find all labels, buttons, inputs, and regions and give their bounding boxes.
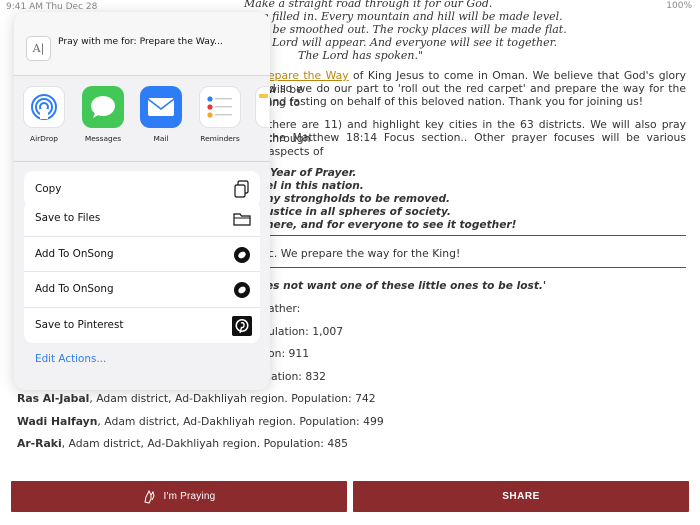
share-apps-row: AirDrop Messages Mail Reminders bbox=[14, 82, 270, 162]
im-praying-button[interactable]: I'm Praying bbox=[11, 481, 347, 512]
verse-line: The Lord has spoken." bbox=[298, 49, 424, 62]
app-label: AirDrop bbox=[30, 134, 58, 143]
app-label: Reminders bbox=[200, 134, 240, 143]
share-sheet-header: A| Pray with me for: Prepare the Way... bbox=[14, 12, 270, 76]
onsong-icon bbox=[232, 280, 252, 300]
intro-paragraph-line: and fasting on behalf of this beloved na… bbox=[266, 95, 644, 108]
messages-icon bbox=[82, 86, 124, 128]
action-group-main: Save to Files Add To OnSong Add To OnSon… bbox=[24, 201, 260, 343]
mail-icon bbox=[140, 86, 182, 128]
copy-icon bbox=[232, 179, 252, 199]
city-name: Ar-Raki bbox=[17, 437, 62, 450]
districts-paragraph-line: the Matthew 18:14 Focus section.. Other … bbox=[268, 131, 686, 158]
reminders-icon bbox=[199, 86, 241, 128]
action-add-to-onsong[interactable]: Add To OnSong bbox=[24, 272, 260, 308]
app-mail[interactable]: Mail bbox=[136, 86, 186, 143]
edit-actions-link[interactable]: Edit Actions... bbox=[35, 353, 106, 365]
city-line: Wadi Halfayn, Adam district, Ad-Dakhliya… bbox=[17, 415, 384, 428]
prepare-the-way-link[interactable]: epare the Way bbox=[268, 69, 349, 82]
folder-icon bbox=[232, 209, 252, 229]
matthew-quote: es not want one of these little ones to … bbox=[266, 280, 547, 292]
im-praying-label: I'm Praying bbox=[163, 491, 216, 502]
city-line: Ras Al-Jabal, Adam district, Ad-Dakhliya… bbox=[17, 392, 376, 405]
city-name: Wadi Halfayn bbox=[17, 415, 98, 428]
app-label: Mail bbox=[153, 134, 169, 143]
father-line: ather: bbox=[268, 302, 301, 315]
prayer-point: here, and for everyone to see it togethe… bbox=[266, 219, 517, 231]
app-label: Messages bbox=[84, 134, 122, 143]
share-sheet: A| Pray with me for: Prepare the Way... … bbox=[14, 12, 270, 390]
prepare-line: c. We prepare the way for the King! bbox=[268, 247, 461, 260]
action-save-to-files[interactable]: Save to Files bbox=[24, 201, 260, 237]
share-title: Pray with me for: Prepare the Way... bbox=[58, 36, 223, 47]
divider bbox=[256, 235, 686, 236]
divider bbox=[256, 267, 686, 268]
airdrop-icon bbox=[23, 86, 65, 128]
app-messages[interactable]: Messages bbox=[78, 86, 128, 143]
population-line: ulation: 1,007 bbox=[268, 325, 344, 338]
text-document-icon: A| bbox=[26, 36, 51, 61]
action-save-to-pinterest[interactable]: Save to Pinterest bbox=[24, 308, 260, 344]
population-line: on: 911 bbox=[268, 347, 310, 360]
city-name: Ras Al-Jabal bbox=[17, 392, 90, 405]
app-reminders[interactable]: Reminders bbox=[195, 86, 245, 143]
bottom-button-bar: I'm Praying SHARE bbox=[11, 481, 689, 512]
city-line: Ar-Raki, Adam district, Ad-Dakhliyah reg… bbox=[17, 437, 348, 450]
pinterest-icon bbox=[232, 315, 252, 336]
app-next-partial[interactable] bbox=[254, 86, 270, 128]
onsong-icon bbox=[232, 245, 252, 265]
app-airdrop[interactable]: AirDrop bbox=[19, 86, 69, 143]
share-button[interactable]: SHARE bbox=[353, 481, 689, 512]
action-add-to-onsong[interactable]: Add To OnSong bbox=[24, 237, 260, 272]
notes-icon bbox=[255, 86, 269, 128]
praying-hands-icon bbox=[143, 489, 156, 504]
population-line: lation: 832 bbox=[268, 370, 326, 383]
